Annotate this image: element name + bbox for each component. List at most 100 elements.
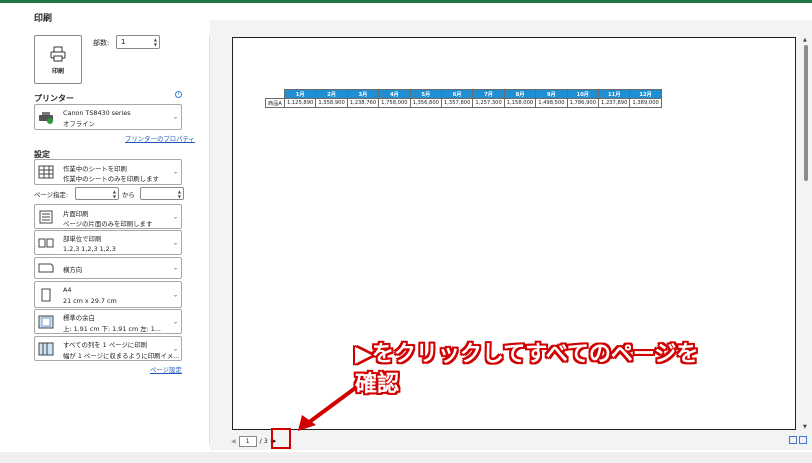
page-setup-link[interactable]: ページ設定 bbox=[150, 365, 182, 374]
zoom-to-page-icon[interactable] bbox=[799, 436, 807, 444]
scaling-title: すべての列を 1 ページに印刷 bbox=[63, 341, 147, 349]
printer-section-title: プリンター bbox=[34, 94, 74, 103]
table-header-cell: 3月 bbox=[346, 89, 380, 99]
table-header-cell: 4月 bbox=[378, 89, 411, 99]
table-header-cell: 7月 bbox=[472, 89, 505, 99]
page-title: 印刷 bbox=[34, 14, 53, 24]
scaling-desc: 幅が 1 ページに収まるように印刷イメ... bbox=[63, 352, 180, 360]
bottom-status-strip bbox=[0, 452, 812, 463]
table-header-cell: 10月 bbox=[566, 89, 600, 99]
orientation-dropdown[interactable]: 横方向 ⌄ bbox=[34, 257, 182, 279]
copies-stepper[interactable]: 1 ▲ ▼ bbox=[116, 35, 160, 49]
print-button[interactable]: 印刷 bbox=[34, 35, 82, 84]
previous-page-icon[interactable]: ◀ bbox=[231, 438, 236, 445]
page-navigation: ◀ 1 / 3 ▶ bbox=[231, 434, 276, 448]
callout-text: ▶をクリックしてすべてのページを 確認 bbox=[355, 340, 698, 400]
paper-size-title: A4 bbox=[63, 286, 72, 294]
page-count: / 3 bbox=[259, 437, 268, 445]
table-cell: 1,257,300 bbox=[472, 98, 505, 108]
table-cell: 1,158,000 bbox=[503, 98, 537, 108]
printer-icon bbox=[50, 46, 66, 61]
callout-arrow-icon bbox=[298, 387, 356, 431]
collation-title: 部単位で印刷 bbox=[63, 235, 102, 243]
page-to-input[interactable]: ▲ ▼ bbox=[140, 187, 184, 200]
printer-dropdown[interactable]: Canon TS8430 series オフライン ⌄ bbox=[34, 104, 182, 130]
sides-title: 片面印刷 bbox=[63, 210, 89, 218]
chevron-down-icon: ⌄ bbox=[172, 113, 178, 121]
table-header-cell: 6月 bbox=[440, 89, 474, 99]
pane-divider bbox=[209, 35, 210, 445]
print-what-desc: 作業中のシートのみを印刷します bbox=[63, 175, 159, 183]
chevron-down-icon: ⌄ bbox=[172, 291, 178, 298]
collation-desc: 1,2,3 1,2,3 1,2,3 bbox=[63, 245, 116, 253]
table-header-cell: 12月 bbox=[629, 89, 662, 99]
sheet-grid-icon bbox=[38, 165, 54, 179]
current-page-input[interactable]: 1 bbox=[238, 435, 257, 447]
page-from-input[interactable]: ▲ ▼ bbox=[75, 187, 119, 200]
table-cell: 1,758,000 bbox=[378, 98, 411, 108]
printer-name: Canon TS8430 series bbox=[63, 109, 131, 117]
print-what-title: 作業中のシートを印刷 bbox=[63, 165, 127, 173]
spin-arrows-icon[interactable]: ▲ ▼ bbox=[113, 189, 116, 199]
table-cell: 1,125,890 bbox=[283, 98, 317, 108]
scrollbar-thumb[interactable] bbox=[804, 45, 808, 181]
collate-icon bbox=[38, 238, 54, 247]
printer-properties-link[interactable]: プリンターのプロパティ bbox=[125, 134, 195, 143]
chevron-down-icon: ⌄ bbox=[172, 318, 178, 325]
table-header-cell: 9月 bbox=[535, 89, 568, 99]
margins-title: 標準の余白 bbox=[63, 314, 95, 322]
preview-table: 1月 2月 3月 4月 5月 6月 7月 8月 9月 10月 11月 12月 商… bbox=[265, 89, 662, 108]
table-cell: 1,237,890 bbox=[597, 98, 631, 108]
printer-offline-icon bbox=[39, 112, 53, 124]
table-header-cell: 8月 bbox=[503, 89, 537, 99]
info-icon[interactable]: i bbox=[175, 91, 182, 98]
table-cell: 1,786,900 bbox=[566, 98, 600, 108]
show-margins-icon[interactable] bbox=[789, 436, 797, 444]
spin-arrows-icon[interactable]: ▲ ▼ bbox=[154, 37, 157, 47]
paper-size-desc: 21 cm x 29.7 cm bbox=[63, 297, 117, 305]
one-sided-page-icon bbox=[39, 210, 53, 223]
print-button-label: 印刷 bbox=[51, 67, 64, 75]
next-page-highlight bbox=[271, 428, 291, 449]
table-corner-cell bbox=[265, 89, 285, 99]
view-toggle-group bbox=[789, 436, 807, 444]
row-label: 商品A bbox=[265, 98, 285, 108]
table-cell: 1,356,800 bbox=[409, 98, 442, 108]
paper-icon bbox=[41, 288, 51, 301]
paper-size-dropdown[interactable]: A4 21 cm x 29.7 cm ⌄ bbox=[34, 281, 182, 308]
printer-status: オフライン bbox=[63, 120, 95, 128]
sides-desc: ページの片面のみを印刷します bbox=[63, 220, 153, 228]
table-header-cell: 2月 bbox=[315, 89, 348, 99]
margins-desc: 上: 1.91 cm 下: 1.91 cm 左: 1... bbox=[63, 325, 161, 333]
table-cell: 1,389,000 bbox=[629, 98, 662, 108]
chevron-down-icon: ⌄ bbox=[172, 264, 178, 272]
scroll-down-icon[interactable]: ▼ bbox=[803, 424, 807, 430]
table-header-row: 1月 2月 3月 4月 5月 6月 7月 8月 9月 10月 11月 12月 bbox=[265, 89, 662, 99]
chevron-down-icon: ⌄ bbox=[172, 239, 178, 246]
table-cell: 1,238,760 bbox=[346, 98, 380, 108]
print-what-dropdown[interactable]: 作業中のシートを印刷 作業中のシートのみを印刷します ⌄ bbox=[34, 159, 182, 185]
preview-scrollbar[interactable]: ▲ ▼ bbox=[802, 37, 810, 430]
collation-dropdown[interactable]: 部単位で印刷 1,2,3 1,2,3 1,2,3 ⌄ bbox=[34, 230, 182, 255]
copies-value: 1 bbox=[121, 38, 126, 46]
table-header-cell: 5月 bbox=[409, 89, 442, 99]
copies-label: 部数: bbox=[93, 39, 110, 47]
margins-dropdown[interactable]: 標準の余白 上: 1.91 cm 下: 1.91 cm 左: 1... ⌄ bbox=[34, 309, 182, 334]
chevron-down-icon: ⌄ bbox=[172, 168, 178, 176]
table-cell: 1,357,800 bbox=[440, 98, 474, 108]
from-label: から bbox=[122, 191, 135, 199]
chevron-down-icon: ⌄ bbox=[172, 345, 178, 352]
scaling-dropdown[interactable]: すべての列を 1 ページに印刷 幅が 1 ページに収まるように印刷イメ... ⌄ bbox=[34, 336, 182, 361]
print-settings-pane: 印刷 印刷 部数: 1 ▲ ▼ プリンター i Canon TS8430 seri… bbox=[0, 0, 210, 463]
table-header-cell: 1月 bbox=[283, 89, 317, 99]
table-row: 商品A 1,125,890 1,358,900 1,238,760 1,758,… bbox=[265, 98, 662, 108]
fit-columns-icon bbox=[38, 342, 54, 355]
table-cell: 1,498,500 bbox=[535, 98, 568, 108]
spin-arrows-icon[interactable]: ▲ ▼ bbox=[178, 189, 181, 199]
table-cell: 1,358,900 bbox=[315, 98, 348, 108]
table-header-cell: 11月 bbox=[597, 89, 631, 99]
sides-dropdown[interactable]: 片面印刷 ページの片面のみを印刷します ⌄ bbox=[34, 204, 182, 229]
scroll-up-icon[interactable]: ▲ bbox=[803, 37, 807, 43]
pages-label: ページ指定: bbox=[34, 191, 68, 199]
callout-line-2: 確認 bbox=[355, 372, 400, 397]
